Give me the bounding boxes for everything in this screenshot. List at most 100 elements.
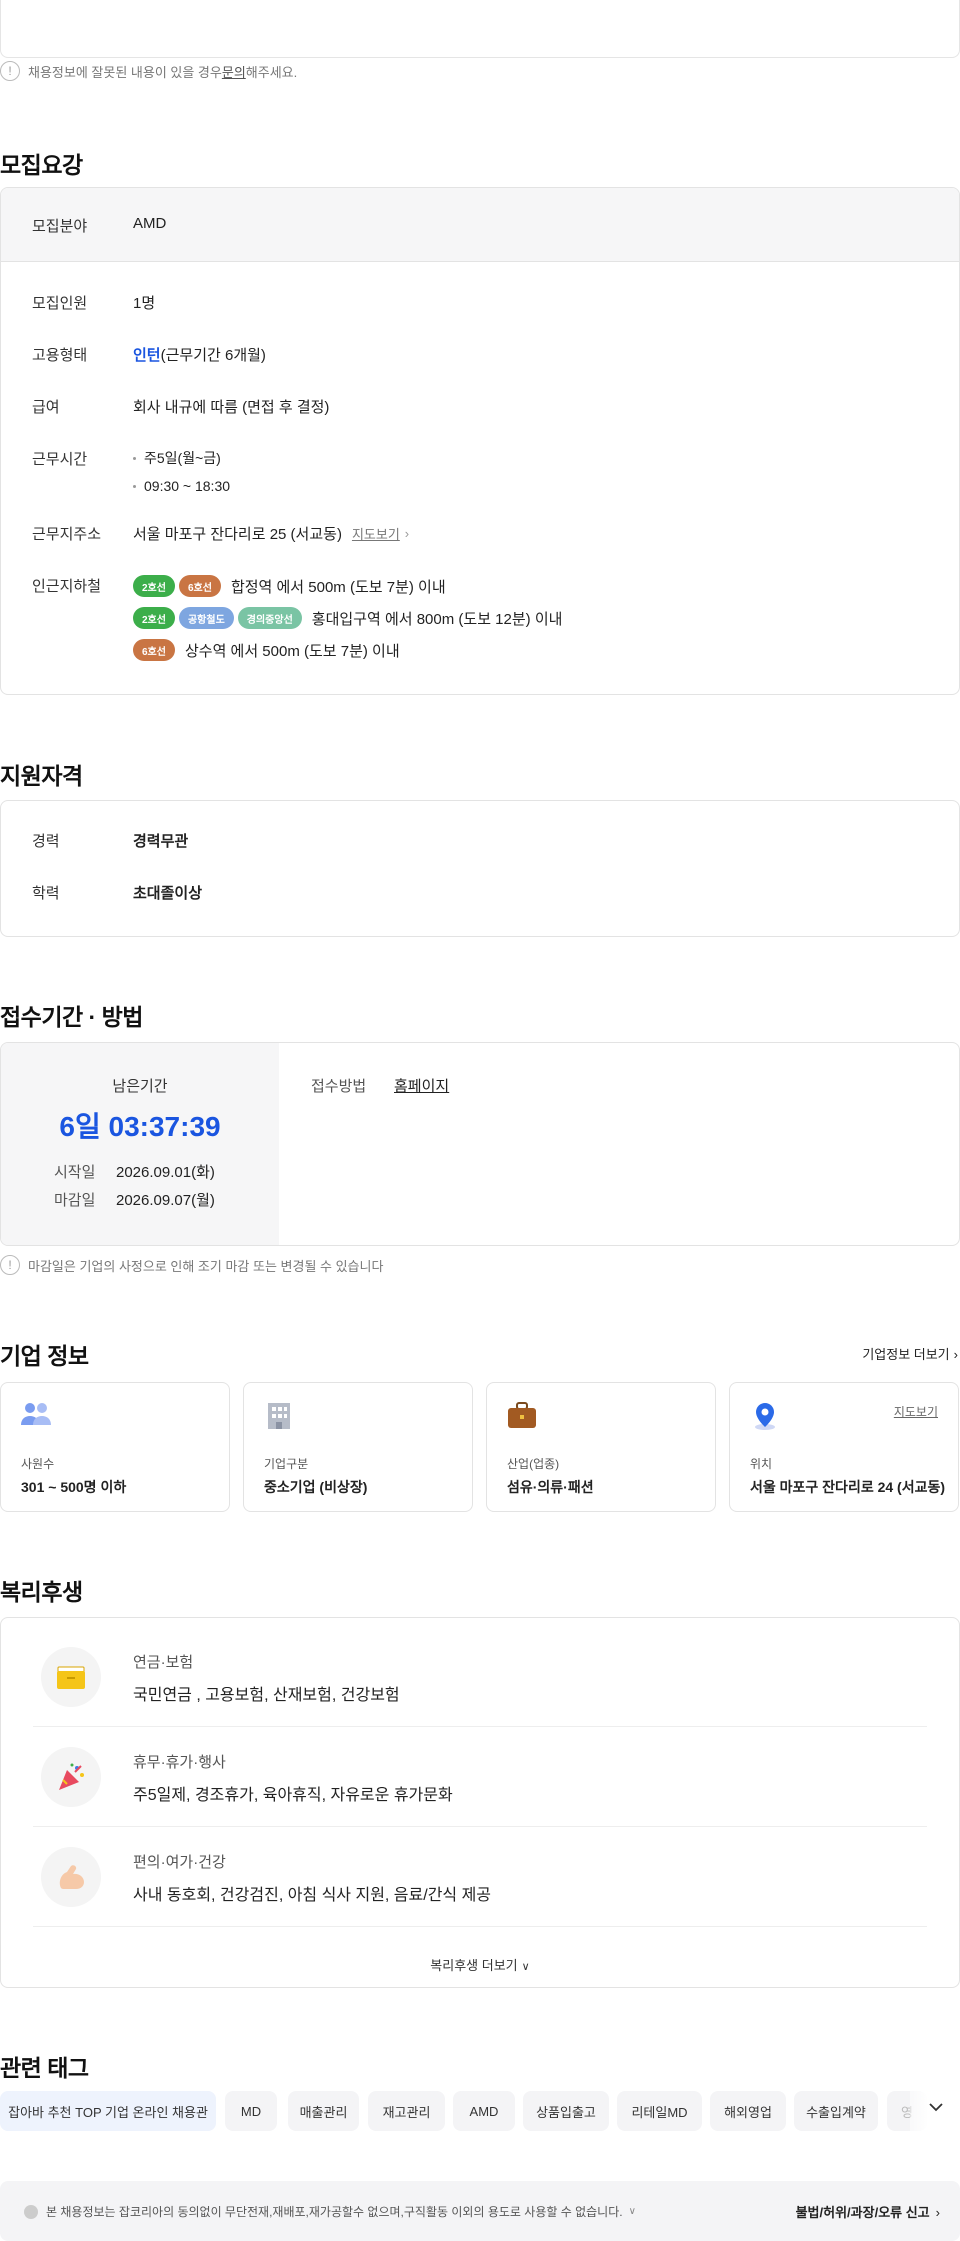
chevron-right-icon: ›	[404, 526, 410, 541]
tags-section-title: 관련 태그	[0, 2055, 89, 2081]
subway-line-badge: 경의중앙선	[237, 607, 302, 629]
company-card-label: 기업구분	[264, 1457, 309, 1471]
company-card-value: 서울 마포구 잔다리로 24 (서교동)	[750, 1479, 946, 1495]
muscle-icon	[41, 1847, 101, 1907]
field-row: 모집분야 AMD	[32, 215, 166, 236]
deadline-notice-text: 마감일은 기업의 사정으로 인해 조기 마감 또는 변경될 수 있습니다	[28, 1258, 384, 1274]
company-section-title: 기업 정보	[0, 1343, 89, 1369]
subway-text: 상수역 에서 500m (도보 7분) 이내	[184, 642, 400, 660]
welfare-category: 휴무·휴가·행사	[133, 1754, 226, 1771]
headcount-row: 모집인원 1명	[32, 292, 155, 313]
building-icon	[264, 1401, 294, 1434]
welfare-category: 편의·여가·건강	[133, 1854, 226, 1871]
career-label: 경력	[32, 833, 60, 850]
welfare-item: 편의·여가·건강 사내 동호회, 건강검진, 아침 식사 지원, 음료/간식 제…	[33, 1827, 927, 1927]
company-card-value: 중소기업 (비상장)	[264, 1479, 368, 1495]
welfare-more-button[interactable]: 복리후생 더보기 ∨	[0, 1955, 960, 1974]
briefcase-icon	[507, 1401, 537, 1434]
address-row: 근무지주소 서울 마포구 잔다리로 25 (서교동) 지도보기 ›	[32, 523, 409, 544]
info-icon: !	[0, 61, 20, 81]
subway-item: 6호선 상수역 에서 500m (도보 7분) 이내	[133, 637, 562, 663]
company-card-value: 301 ~ 500명 이하	[21, 1479, 127, 1495]
subway-line-badge: 공항철도	[178, 607, 234, 629]
inquiry-link[interactable]: 문의	[222, 62, 246, 81]
tag-chip[interactable]: 상품입출고	[523, 2091, 609, 2131]
company-card-location: 지도보기 위치 서울 마포구 잔다리로 24 (서교동)	[729, 1382, 959, 1512]
subway-text: 홍대입구역 에서 800m (도보 12분) 이내	[311, 610, 563, 628]
chevron-right-icon: ›	[953, 1347, 958, 1362]
employment-type-detail: (근무기간 6개월)	[160, 347, 266, 364]
apply-period-panel: 남은기간 6일 03:37:39 시작일 2026.09.01(화) 마감일 2…	[1, 1043, 279, 1245]
subway-item: 2호선 공항철도 경의중앙선 홍대입구역 에서 800m (도보 12분) 이내	[133, 605, 562, 631]
end-label: 마감일	[54, 1192, 96, 1209]
subway-text: 합정역 에서 500m (도보 7분) 이내	[230, 578, 446, 596]
company-card-industry: 산업(업종) 섬유·의류·패션	[486, 1382, 716, 1512]
top-card	[0, 0, 960, 58]
company-card-value: 섬유·의류·패션	[507, 1479, 594, 1495]
top-notice-text: 채용정보에 잘못된 내용이 있을 경우	[28, 64, 222, 80]
tag-chip[interactable]: 매출관리	[288, 2091, 359, 2131]
map-link[interactable]: 지도보기	[352, 524, 400, 543]
footer-notice-text: 본 채용정보는 잡코리아의 동의없이 무단전재,재배포,재가공할수 없으며,구직…	[46, 2205, 623, 2219]
qualification-card	[0, 800, 960, 937]
tag-chip[interactable]: 수출입계약	[794, 2091, 878, 2131]
welfare-more-label: 복리후생 더보기	[430, 1958, 518, 1973]
apply-section-title: 접수기간 · 방법	[0, 1004, 143, 1030]
tag-chip[interactable]: 해외영업	[710, 2091, 786, 2131]
start-label: 시작일	[54, 1164, 96, 1181]
deadline-notice: ! 마감일은 기업의 사정으로 인해 조기 마감 또는 변경될 수 있습니다	[0, 1255, 383, 1275]
employment-type-value: 인턴	[133, 347, 161, 364]
welfare-item: 휴무·휴가·행사 주5일제, 경조휴가, 육아휴직, 자유로운 휴가문화	[33, 1727, 927, 1827]
tag-chip[interactable]: MD	[225, 2091, 277, 2131]
field-value: AMD	[133, 215, 167, 232]
footer-notice: 본 채용정보는 잡코리아의 동의없이 무단전재,재배포,재가공할수 없으며,구직…	[24, 2203, 636, 2220]
apply-card: 남은기간 6일 03:37:39 시작일 2026.09.01(화) 마감일 2…	[0, 1042, 960, 1246]
hours-item: 주5일(월~금)	[133, 448, 230, 468]
subway-item: 2호선 6호선 합정역 에서 500m (도보 7분) 이내	[133, 573, 562, 599]
info-icon	[24, 2204, 38, 2219]
subway-line-badge: 6호선	[133, 639, 175, 661]
company-more-label: 기업정보 더보기	[862, 1347, 950, 1362]
job-posting-page: ! 채용정보에 잘못된 내용이 있을 경우 문의 해주세요. 모집요강 모집분야 …	[0, 0, 960, 2241]
end-date: 2026.09.07(월)	[116, 1192, 215, 1209]
address-label: 근무지주소	[32, 526, 102, 543]
remain-countdown: 6일 03:37:39	[59, 1111, 221, 1142]
company-card-label: 위치	[750, 1457, 773, 1471]
welfare-category: 연금·보험	[133, 1654, 194, 1671]
folder-icon	[41, 1647, 101, 1707]
tag-chip[interactable]: 재고관리	[368, 2091, 445, 2131]
headcount-value: 1명	[133, 295, 156, 312]
top-notice: ! 채용정보에 잘못된 내용이 있을 경우 문의 해주세요.	[0, 61, 297, 81]
chevron-down-icon: ∨	[628, 2206, 636, 2217]
tag-chip[interactable]: AMD	[453, 2091, 515, 2131]
homepage-link[interactable]: 홈페이지	[394, 1075, 449, 1096]
career-row: 경력 경력무관	[32, 830, 188, 851]
salary-value: 회사 내규에 따름 (면접 후 결정)	[133, 399, 330, 416]
subway-line-badge: 2호선	[133, 575, 175, 597]
company-card-type: 기업구분 중소기업 (비상장)	[243, 1382, 473, 1512]
company-more-link[interactable]: 기업정보 더보기 ›	[862, 1344, 958, 1363]
employment-type-row: 고용형태 인턴(근무기간 6개월)	[32, 344, 266, 365]
recruit-section-title: 모집요강	[0, 152, 83, 178]
career-value: 경력무관	[133, 833, 189, 850]
tags-expand-button[interactable]	[928, 2099, 944, 2120]
hours-row: 근무시간 주5일(월~금) 09:30 ~ 18:30	[32, 448, 230, 504]
method-label: 접수방법	[311, 1078, 367, 1095]
top-notice-suffix: 해주세요.	[245, 64, 298, 80]
tag-chip[interactable]: 리테일MD	[617, 2091, 702, 2131]
education-value: 초대졸이상	[133, 885, 203, 902]
employment-type-label: 고용형태	[32, 347, 88, 364]
welfare-section-title: 복리후생	[0, 1579, 83, 1605]
company-card-label: 사원수	[21, 1457, 55, 1471]
remain-label: 남은기간	[112, 1078, 168, 1095]
location-map-link[interactable]: 지도보기	[894, 1403, 938, 1420]
tag-chip[interactable]: 잡아바 추천 TOP 기업 온라인 채용관	[0, 2091, 216, 2131]
subway-row: 인근지하철 2호선 6호선 합정역 에서 500m (도보 7분) 이내 2호선…	[32, 573, 562, 669]
start-date: 2026.09.01(화)	[116, 1164, 215, 1181]
footer-notice-bar: 본 채용정보는 잡코리아의 동의없이 무단전재,재배포,재가공할수 없으며,구직…	[0, 2181, 960, 2241]
party-popper-icon	[41, 1747, 101, 1807]
report-link[interactable]: 불법/허위/과장/오류 신고 ›	[796, 2202, 940, 2221]
people-icon	[21, 1401, 51, 1432]
welfare-item: 연금·보험 국민연금 , 고용보험, 산재보험, 건강보험	[33, 1627, 927, 1727]
company-card-label: 산업(업종)	[507, 1457, 560, 1471]
